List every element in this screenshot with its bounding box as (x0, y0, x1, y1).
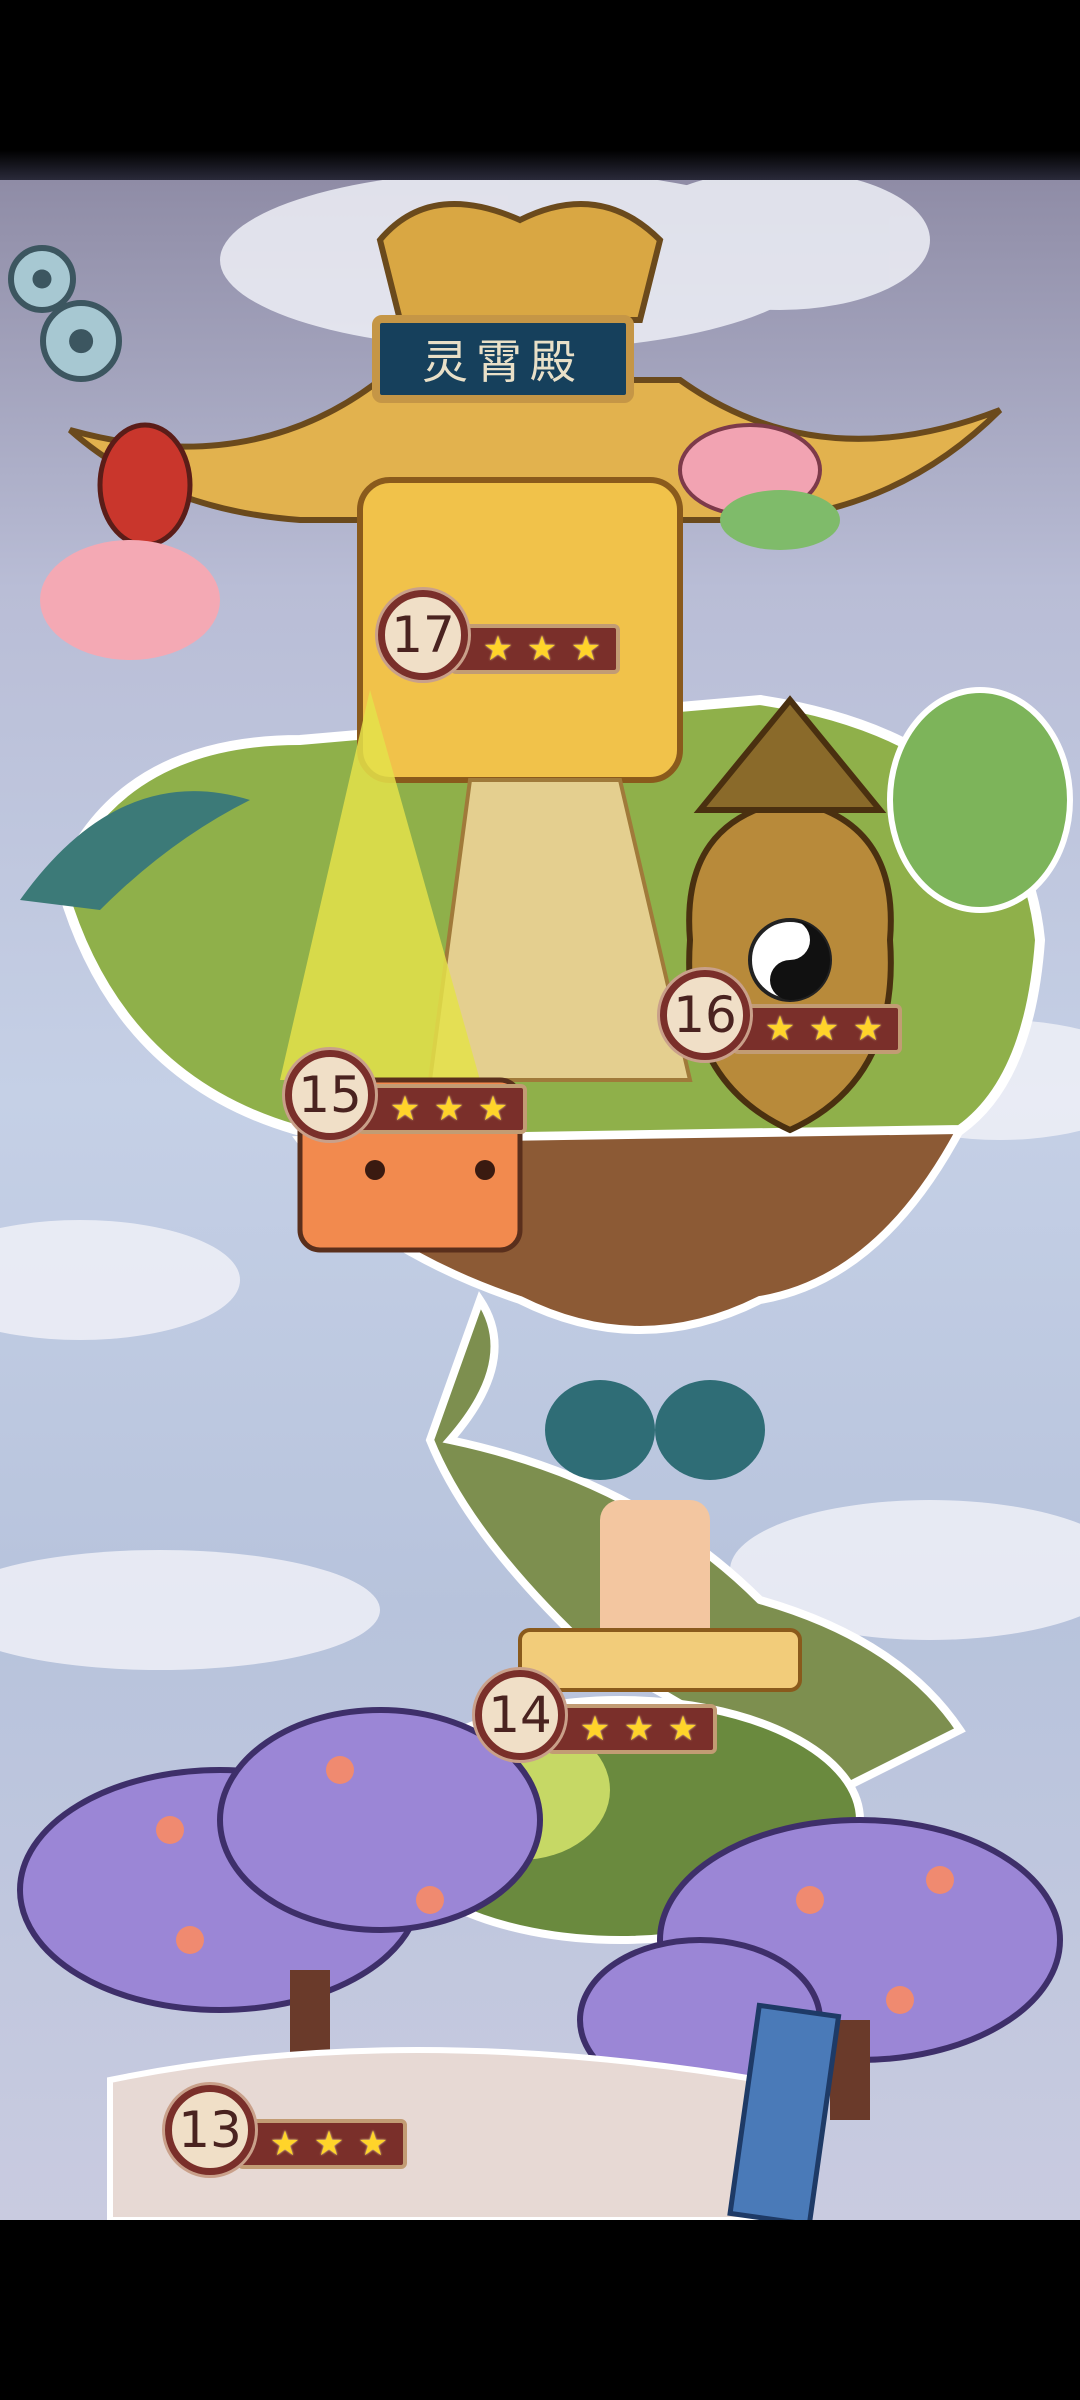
level-number: 17 (378, 590, 468, 680)
star-icon: ★ (808, 1009, 840, 1049)
level-number: 14 (475, 1670, 565, 1760)
star-icon: ★ (482, 629, 514, 669)
star-icon: ★ (570, 629, 602, 669)
star-icon: ★ (623, 1709, 655, 1749)
star-rating: ★ ★ ★ (237, 2119, 407, 2169)
star-icon: ★ (357, 2124, 389, 2164)
star-icon: ★ (852, 1009, 884, 1049)
gear-icon[interactable] (40, 300, 122, 382)
level-number: 15 (285, 1050, 375, 1140)
star-icon: ★ (764, 1009, 796, 1049)
map-illustration (0, 180, 1080, 2220)
star-icon: ★ (433, 1089, 465, 1129)
navigation-bar-area (0, 2220, 1080, 2400)
star-icon: ★ (526, 629, 558, 669)
star-icon: ★ (477, 1089, 509, 1129)
level-number: 13 (165, 2085, 255, 2175)
star-rating: ★ ★ ★ (450, 624, 620, 674)
level-map[interactable]: 灵霄殿 17 ★ ★ ★ 16 ★ ★ ★ 15 ★ ★ ★ 14 ★ ★ ★ (0, 180, 1080, 2220)
star-rating: ★ ★ ★ (547, 1704, 717, 1754)
star-rating: ★ ★ ★ (732, 1004, 902, 1054)
star-rating: ★ ★ ★ (357, 1084, 527, 1134)
star-icon: ★ (667, 1709, 699, 1749)
hall-sign: 灵霄殿 (372, 315, 634, 403)
star-icon: ★ (313, 2124, 345, 2164)
status-bar-area (0, 0, 1080, 180)
star-icon: ★ (389, 1089, 421, 1129)
level-number: 16 (660, 970, 750, 1060)
star-icon: ★ (579, 1709, 611, 1749)
star-icon: ★ (269, 2124, 301, 2164)
